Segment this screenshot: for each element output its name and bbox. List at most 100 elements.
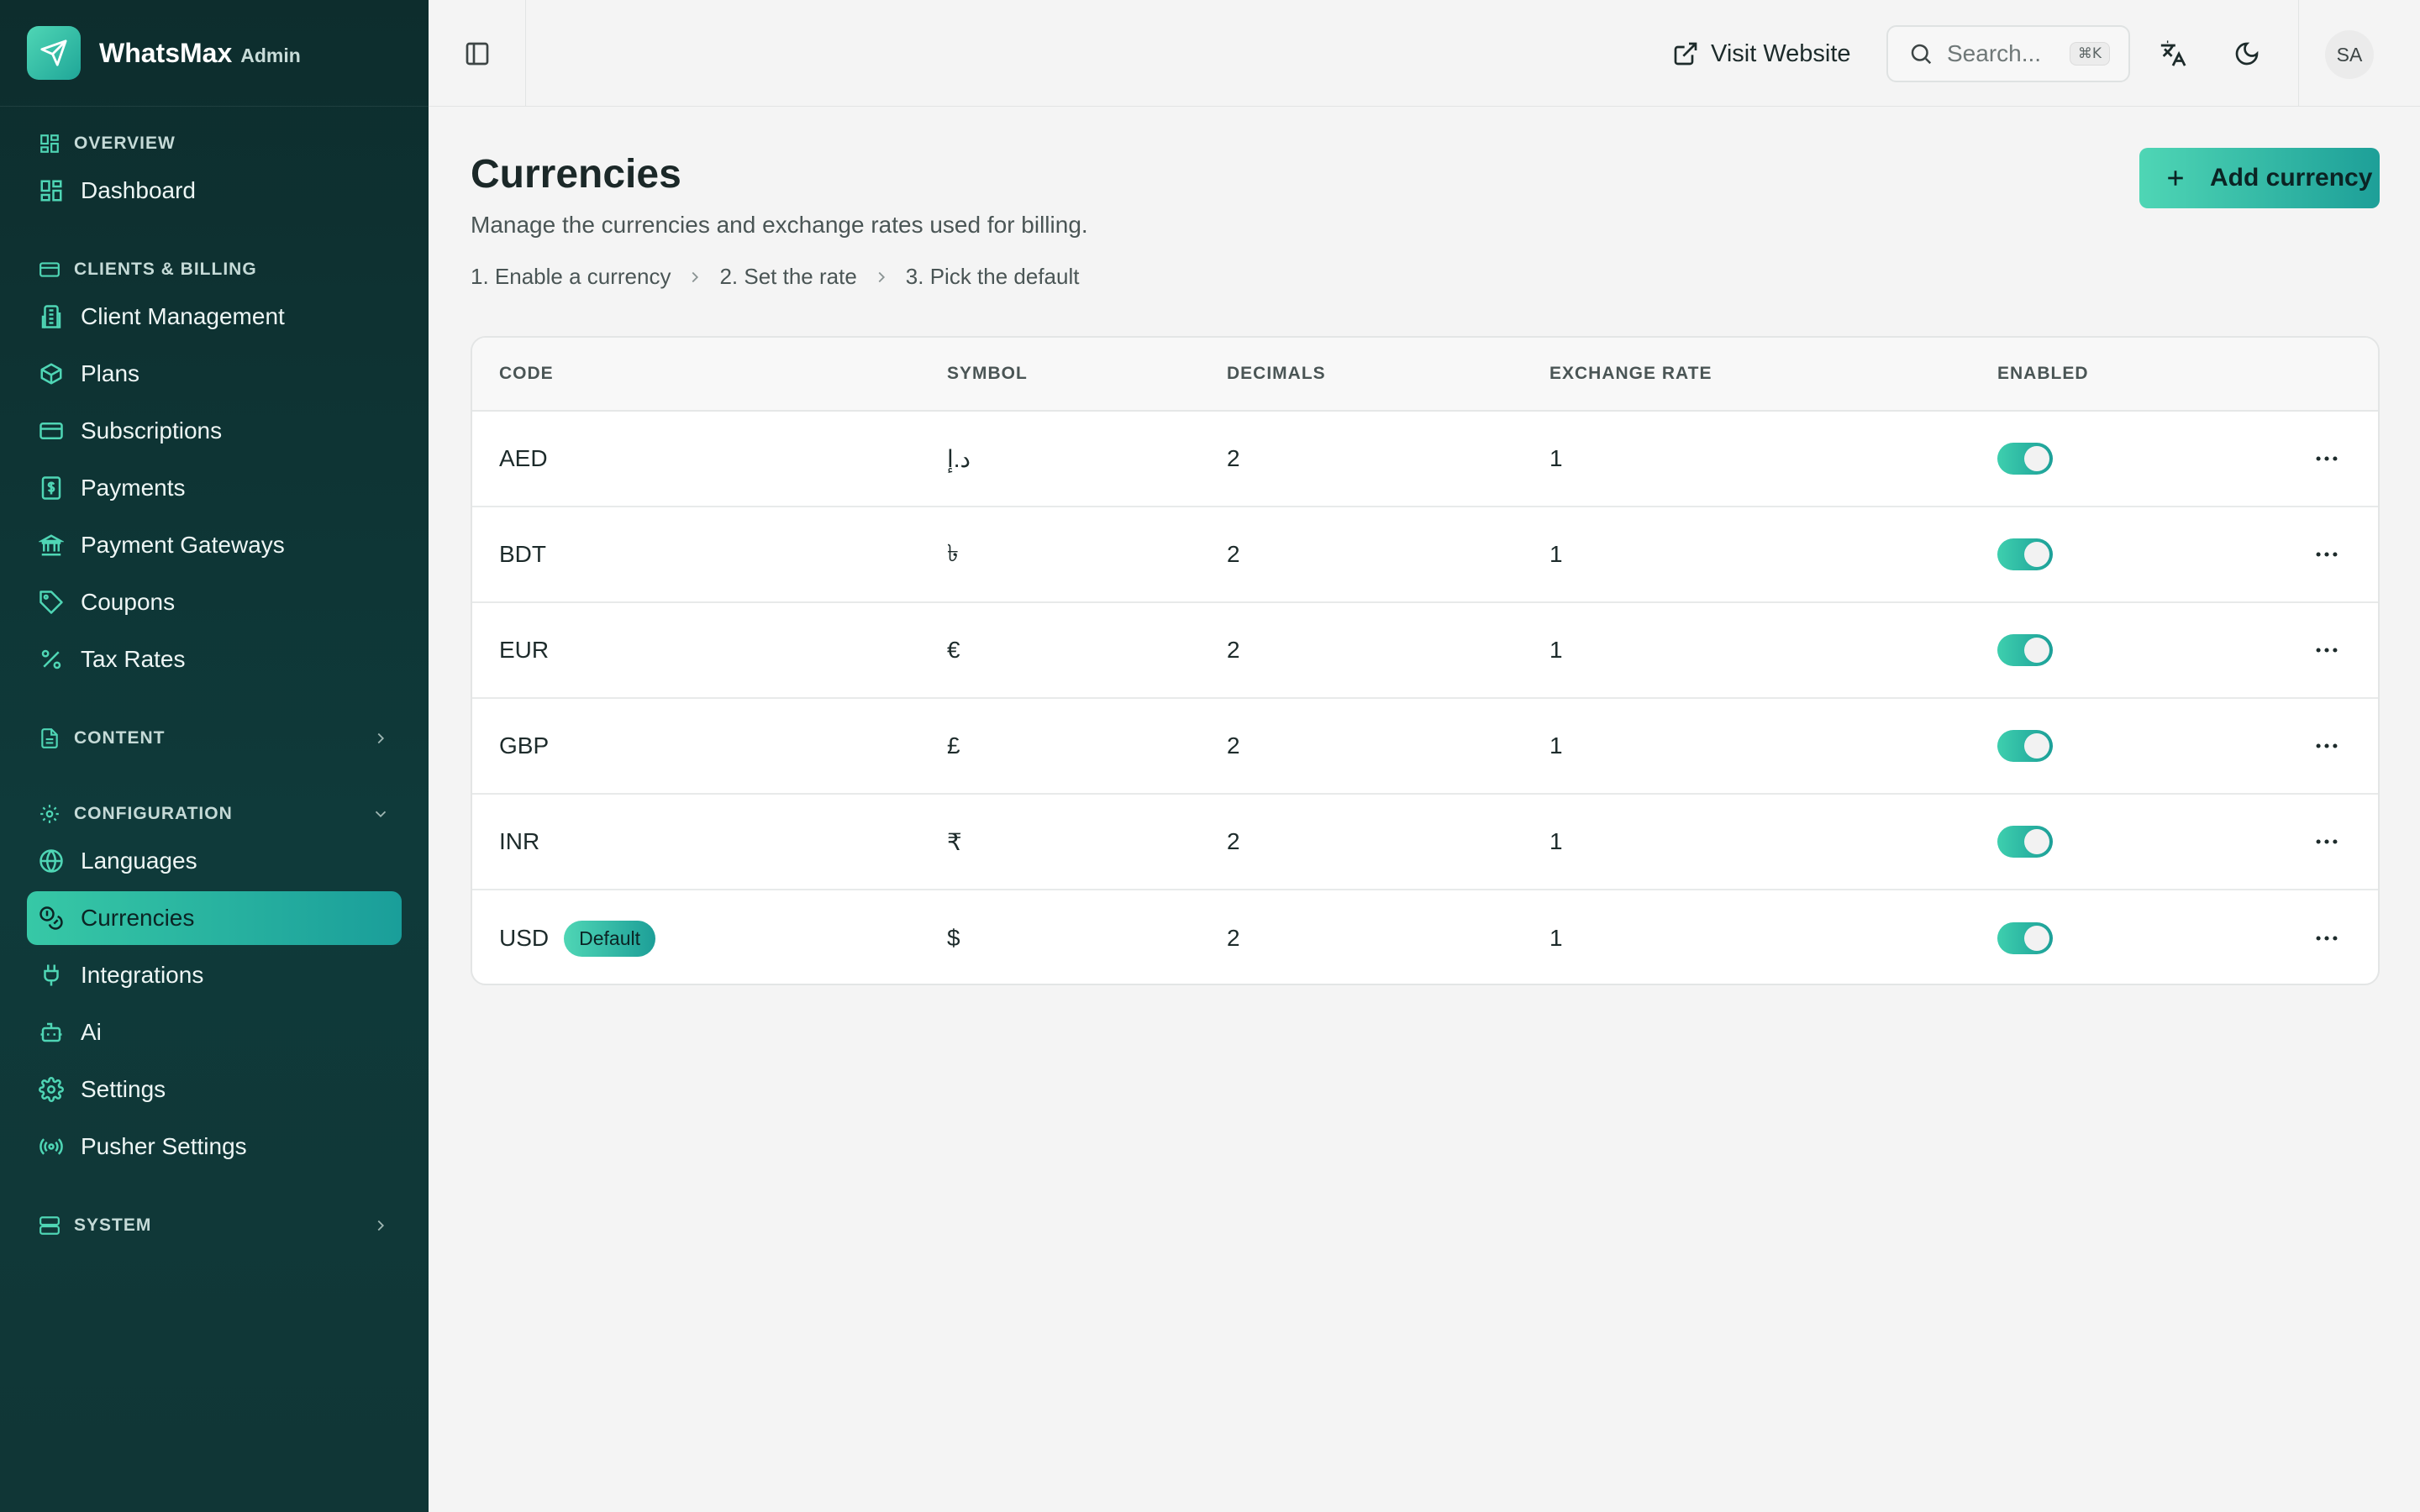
currency-rate: 1 — [1549, 541, 1563, 567]
enabled-toggle[interactable] — [1997, 826, 2053, 858]
enabled-toggle[interactable] — [1997, 634, 2053, 666]
currency-code: EUR — [499, 637, 549, 664]
sidebar-item-client-management[interactable]: Client Management — [27, 290, 402, 344]
section-configuration-label: CONFIGURATION — [74, 804, 233, 823]
more-horizontal-icon[interactable] — [2312, 732, 2341, 760]
currency-rate: 1 — [1549, 732, 1563, 759]
currency-code: GBP — [499, 732, 549, 759]
currency-code: AED — [499, 445, 548, 472]
more-horizontal-icon[interactable] — [2312, 924, 2341, 953]
topbar-divider — [2298, 0, 2299, 107]
brand-sub: Admin — [240, 44, 301, 66]
radio-icon — [39, 1134, 64, 1159]
enabled-toggle[interactable] — [1997, 443, 2053, 475]
panel-left-icon — [464, 40, 491, 67]
sidebar-item-ai[interactable]: Ai — [27, 1005, 402, 1059]
sidebar-item-label: Payment Gateways — [81, 532, 285, 558]
sidebar-item-label: Plans — [81, 360, 140, 386]
topbar: Visit Website Search... ⌘K SA — [429, 0, 2420, 107]
sidebar-item-settings[interactable]: Settings — [27, 1063, 402, 1116]
translate-button[interactable] — [2151, 32, 2195, 76]
default-badge: Default — [564, 920, 655, 957]
toggle-knob — [2024, 829, 2049, 854]
table-row: BDT ৳ 2 1 — [472, 507, 2378, 603]
bank-icon — [39, 533, 64, 558]
currency-code-text: EUR — [499, 637, 550, 663]
sidebar-toggle-button[interactable] — [429, 0, 526, 107]
chevron-right-icon — [371, 729, 390, 748]
search-input[interactable]: Search... ⌘K — [1886, 25, 2130, 82]
sidebar-item-payments[interactable]: Payments — [27, 461, 402, 515]
search-icon — [1908, 41, 1933, 66]
sidebar-item-label: Pusher Settings — [81, 1133, 247, 1159]
currency-code-text: AED — [499, 445, 548, 471]
enabled-toggle[interactable] — [1997, 922, 2053, 954]
sidebar-item-label: Dashboard — [81, 177, 196, 203]
globe-icon — [39, 848, 64, 874]
robot-icon — [39, 1020, 64, 1045]
sidebar-item-languages[interactable]: Languages — [27, 834, 402, 888]
theme-toggle-button[interactable] — [2225, 32, 2269, 76]
column-header-enabled: ENABLED — [1997, 364, 2089, 383]
package-icon — [39, 361, 64, 386]
sidebar-item-coupons[interactable]: Coupons — [27, 575, 402, 629]
add-currency-button[interactable]: Add currency — [2139, 148, 2380, 208]
enabled-toggle[interactable] — [1997, 538, 2053, 570]
table-row: AED د.إ 2 1 — [472, 412, 2378, 507]
sidebar-item-label: Settings — [81, 1076, 166, 1102]
table-row: EUR € 2 1 — [472, 603, 2378, 699]
visit-website-label: Visit Website — [1711, 39, 1851, 67]
enabled-toggle[interactable] — [1997, 730, 2053, 762]
currency-symbol: £ — [947, 732, 960, 759]
section-system-label: SYSTEM — [74, 1215, 152, 1235]
sidebar-item-label: Subscriptions — [81, 417, 223, 444]
chevron-right-icon — [686, 268, 704, 286]
avatar[interactable]: SA — [2325, 30, 2374, 79]
section-content[interactable]: CONTENT — [27, 722, 402, 755]
more-horizontal-icon[interactable] — [2312, 636, 2341, 664]
percent-icon — [39, 647, 64, 672]
chevron-down-icon — [371, 805, 390, 823]
credit-card-icon — [39, 259, 60, 281]
currency-rate: 1 — [1549, 445, 1563, 471]
step-2: 2. Set the rate — [719, 264, 857, 289]
more-horizontal-icon[interactable] — [2312, 827, 2341, 856]
plug-icon — [39, 963, 64, 988]
sidebar-item-dashboard[interactable]: Dashboard — [27, 164, 402, 218]
more-horizontal-icon[interactable] — [2312, 540, 2341, 569]
brand[interactable]: WhatsMax Admin — [0, 0, 429, 107]
sidebar-item-currencies[interactable]: Currencies — [27, 891, 402, 945]
sidebar-item-pusher-settings[interactable]: Pusher Settings — [27, 1120, 402, 1173]
more-horizontal-icon[interactable] — [2312, 444, 2341, 473]
table-row: GBP £ 2 1 — [472, 699, 2378, 795]
sidebar-item-label: Tax Rates — [81, 646, 186, 672]
sidebar-item-subscriptions[interactable]: Subscriptions — [27, 404, 402, 458]
visit-website-link[interactable]: Visit Website — [1672, 32, 1851, 76]
dashboard-icon — [39, 178, 64, 203]
currency-code: USD Default — [499, 920, 655, 957]
translate-icon — [2159, 39, 2187, 68]
currency-code: BDT — [499, 541, 546, 568]
section-system[interactable]: SYSTEM — [27, 1209, 402, 1242]
sidebar-item-plans[interactable]: Plans — [27, 347, 402, 401]
currencies-table: CODE SYMBOL DECIMALS EXCHANGE RATE ENABL… — [471, 336, 2380, 985]
sidebar-item-label: Integrations — [81, 962, 204, 988]
currency-symbol: ৳ — [947, 539, 959, 566]
section-overview: OVERVIEW — [27, 127, 402, 160]
section-content-label: CONTENT — [74, 728, 166, 748]
currency-decimals: 2 — [1227, 925, 1240, 951]
column-header-decimals: DECIMALS — [1227, 364, 1326, 383]
sidebar-item-payment-gateways[interactable]: Payment Gateways — [27, 518, 402, 572]
sidebar-item-integrations[interactable]: Integrations — [27, 948, 402, 1002]
currency-decimals: 2 — [1227, 637, 1240, 663]
currency-rate: 1 — [1549, 925, 1563, 951]
currency-code-text: USD — [499, 925, 550, 951]
section-configuration[interactable]: CONFIGURATION — [27, 797, 402, 831]
steps-breadcrumb: 1. Enable a currency 2. Set the rate 3. … — [471, 264, 1079, 290]
currency-code-text: INR — [499, 828, 540, 854]
page-title: Currencies — [471, 152, 681, 197]
sidebar-item-tax-rates[interactable]: Tax Rates — [27, 633, 402, 686]
currency-code: INR — [499, 828, 539, 855]
building-icon — [39, 304, 64, 329]
currency-code-text: GBP — [499, 732, 550, 759]
